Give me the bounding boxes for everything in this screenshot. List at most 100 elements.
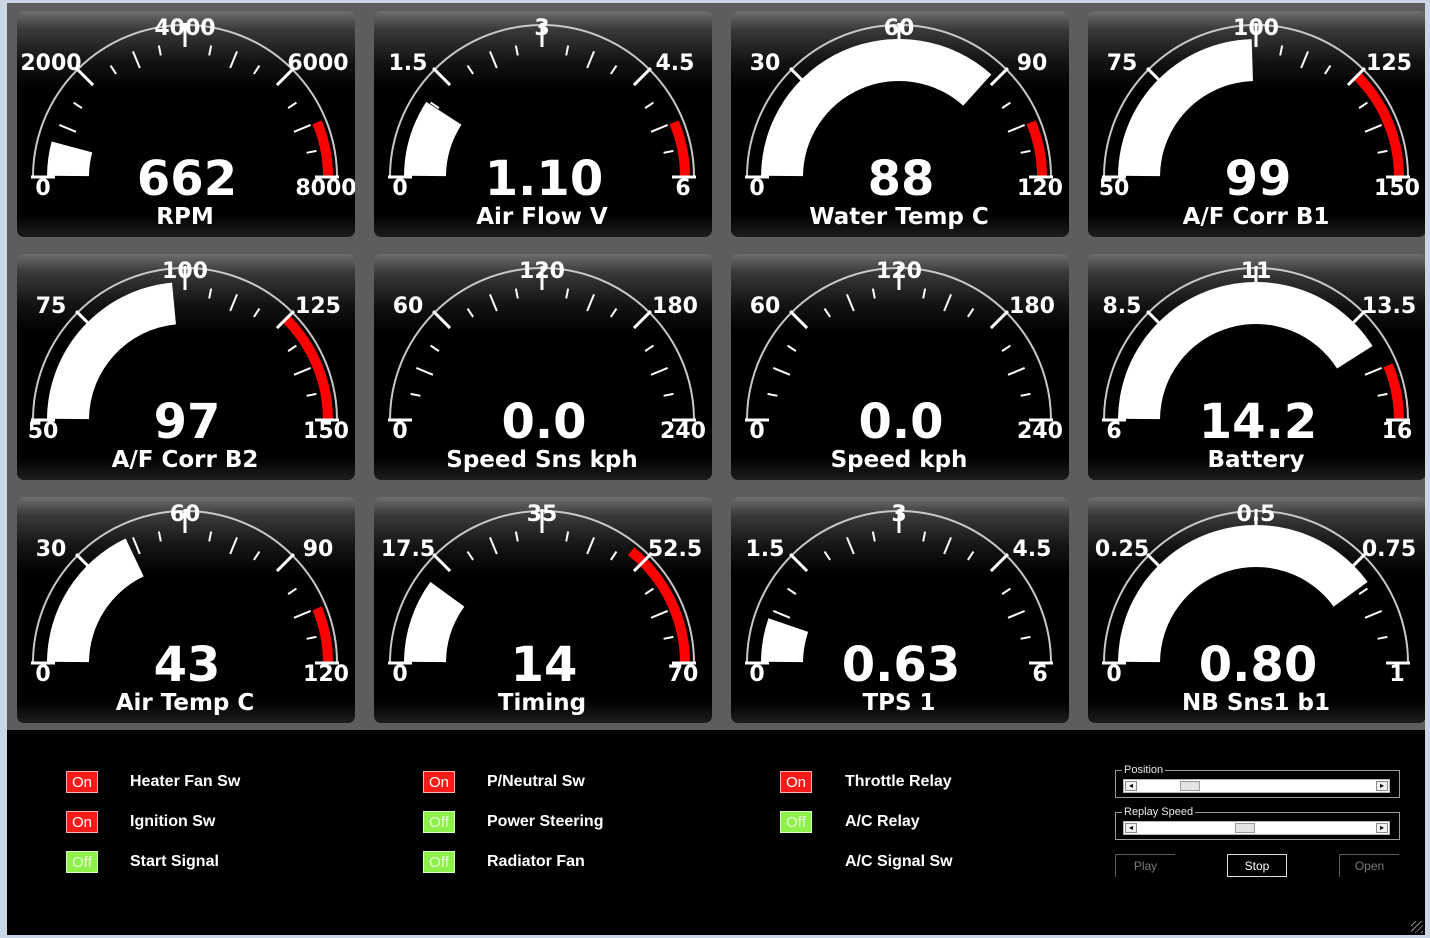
gauge-afcorrb1: 50 75 100 125 150 99 A/F Corr B1 (1088, 11, 1425, 237)
gauge-tick (586, 293, 595, 312)
gauge-tick (846, 293, 855, 312)
gauge-tick (514, 288, 519, 299)
open-button[interactable]: Open (1339, 854, 1399, 877)
gauge-tick-label: 17.5 (381, 537, 435, 562)
gauge-dial-airtemp: 0 30 60 90 120 43Air Temp C (31, 502, 349, 716)
gauge-tick-label: 0.25 (1095, 537, 1149, 562)
gauge-tick (293, 124, 312, 133)
gauge-tick-label: 180 (1009, 294, 1055, 319)
gauge-tick (415, 367, 434, 376)
gauge-label-a-f-corr-b2: A/F Corr B2 (112, 447, 259, 473)
gauge-tick (253, 551, 261, 561)
gauge-label-rpm: RPM (156, 204, 213, 230)
gauge-tick (293, 367, 312, 376)
play-button[interactable]: Play (1115, 854, 1175, 877)
gauge-value-readout: 662 (137, 151, 237, 207)
gauge-tick-label: 100 (162, 259, 208, 284)
gauge-tick-label: 6 (1032, 662, 1047, 687)
gauge-label-air-flow-v: Air Flow V (476, 204, 608, 230)
indicator-throttle-relay: On (780, 771, 812, 793)
gauge-tick (432, 310, 452, 330)
indicator-label: A/C Relay (845, 813, 920, 830)
gauge-tick-label: 16 (1382, 419, 1413, 444)
gauge-tick (432, 67, 452, 87)
gauge-tick (1279, 45, 1284, 56)
scroll-right-arrow-icon[interactable]: ▸ (1376, 781, 1388, 791)
gauge-tick (663, 635, 674, 640)
stop-button[interactable]: Stop (1227, 854, 1287, 877)
gauge-tick (157, 531, 162, 542)
gauge-dial-afcorrb2: 50 75 100 125 150 97A/F Corr B2 (28, 259, 349, 473)
gauge-tick (1001, 101, 1011, 109)
position-group: Position ◂ ▸ (1115, 763, 1400, 798)
scroll-left-arrow-icon[interactable]: ◂ (1125, 823, 1137, 833)
gauge-tick-label: 52.5 (648, 537, 702, 562)
scroll-right-arrow-icon[interactable]: ▸ (1376, 823, 1388, 833)
gauge-tick (489, 293, 498, 312)
gauge-tick (1364, 124, 1383, 133)
gauge-dial-speedsns: 0 60 120 180 240 0.0Speed Sns kph (388, 259, 706, 473)
indicator-label-ac-signal-sw: A/C Signal Sw (845, 853, 953, 870)
replay-speed-scrollbar[interactable]: ◂ ▸ (1123, 821, 1390, 835)
gauge-tick (1007, 124, 1026, 133)
scroll-left-arrow-icon[interactable]: ◂ (1125, 781, 1137, 791)
gauge-tick-label: 90 (1017, 51, 1048, 76)
gauge-value-readout: 97 (154, 394, 221, 450)
gauge-value-bar (404, 101, 462, 177)
position-scrollbar[interactable]: ◂ ▸ (1123, 779, 1390, 793)
gauge-tick (489, 536, 498, 555)
indicator-power-steering: Off (423, 811, 455, 833)
gauge-tick (1377, 392, 1388, 397)
gauge-tick-label: 240 (660, 419, 706, 444)
gauge-tick (787, 587, 797, 595)
position-scroll-thumb[interactable] (1180, 781, 1201, 791)
gauge-tick (306, 392, 317, 397)
gauge-afcorrb2: 50 75 100 125 150 97 A/F Corr B2 (17, 254, 355, 480)
gauge-tick (1001, 587, 1011, 595)
gauge-tick (1324, 65, 1332, 75)
gauge-tick (1020, 635, 1031, 640)
gauge-tick (989, 310, 1009, 330)
indicator-label: Ignition Sw (130, 813, 216, 830)
gauge-tick (208, 531, 213, 542)
gauge-value-readout: 14.2 (1199, 394, 1317, 450)
gauge-value-bar (404, 581, 465, 663)
gauge-tick-label: 120 (519, 259, 565, 284)
gauge-tick (1377, 635, 1388, 640)
gauge-tick (644, 101, 654, 109)
gauge-tick (644, 587, 654, 595)
replay-speed-scroll-thumb[interactable] (1235, 823, 1256, 833)
gauge-tick (1364, 610, 1383, 619)
gauge-tick (229, 536, 238, 555)
gauge-tick (787, 344, 797, 352)
gauge-tick (650, 367, 669, 376)
gauge-tick-label: 125 (295, 294, 341, 319)
gauge-tick (823, 551, 831, 561)
gauge-tick-label: 0 (749, 662, 764, 687)
gauge-tick (922, 531, 927, 542)
replay-speed-group: Replay Speed ◂ ▸ (1115, 805, 1400, 840)
gauge-tick (1007, 610, 1026, 619)
gauge-tick-label: 100 (1233, 16, 1279, 41)
resize-grip-icon[interactable] (1411, 921, 1423, 933)
gauge-tick (306, 635, 317, 640)
gauge-tick (208, 45, 213, 56)
gauge-label-nb-sns1-b1: NB Sns1 b1 (1182, 690, 1330, 716)
gauge-tick-label: 120 (876, 259, 922, 284)
gauge-tick-label: 0 (392, 662, 407, 687)
gauge-tick (287, 344, 297, 352)
gauge-dial-speed: 0 60 120 180 240 0.0Speed kph (745, 259, 1063, 473)
indicator-p-neutral-sw: On (423, 771, 455, 793)
gauge-tick (632, 310, 652, 330)
gauge-tick (466, 65, 474, 75)
gauge-tick (586, 536, 595, 555)
gauge-tick-label: 0.75 (1362, 537, 1416, 562)
gauge-tick (275, 553, 295, 573)
gauge-tick (565, 45, 570, 56)
gauge-tick (73, 101, 83, 109)
indicator-radiator-fan: Off (423, 851, 455, 873)
gauge-tick (767, 392, 778, 397)
gauge-dial-airflow: 0 1.5 3 4.5 6 1.10Air Flow V (388, 16, 696, 230)
gauge-tick-label: 4000 (154, 16, 215, 41)
gauge-dial-afcorrb1: 50 75 100 125 150 99A/F Corr B1 (1099, 16, 1420, 230)
